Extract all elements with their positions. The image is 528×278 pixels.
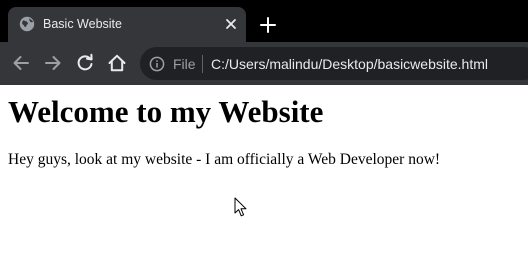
page-heading: Welcome to my Website (8, 94, 324, 129)
url-text[interactable]: C:/Users/malindu/Desktop/basicwebsite.ht… (211, 56, 488, 72)
page-content: Welcome to my Website Hey guys, look at … (0, 85, 528, 278)
close-icon[interactable] (224, 17, 238, 31)
back-button[interactable] (10, 52, 32, 74)
page-paragraph: Hey guys, look at my website - I am offi… (8, 151, 441, 168)
home-icon (108, 54, 126, 72)
omnibox-divider (202, 55, 203, 73)
address-bar[interactable]: File C:/Users/malindu/Desktop/basicwebsi… (140, 47, 528, 80)
info-icon[interactable] (149, 56, 165, 72)
home-button[interactable] (106, 52, 128, 74)
arrow-right-icon (45, 56, 61, 70)
forward-button[interactable] (42, 52, 64, 74)
browser-tab[interactable]: Basic Website (8, 7, 246, 42)
new-tab-button[interactable] (259, 16, 277, 34)
reload-button[interactable] (74, 52, 96, 74)
mouse-cursor-icon (234, 197, 247, 217)
tab-strip: Basic Website (0, 0, 528, 42)
globe-icon (19, 16, 35, 32)
reload-icon (77, 53, 93, 71)
browser-toolbar: File C:/Users/malindu/Desktop/basicwebsi… (0, 42, 528, 85)
tab-title: Basic Website (43, 17, 122, 31)
url-scheme-label: File (173, 56, 196, 72)
arrow-left-icon (13, 56, 29, 70)
